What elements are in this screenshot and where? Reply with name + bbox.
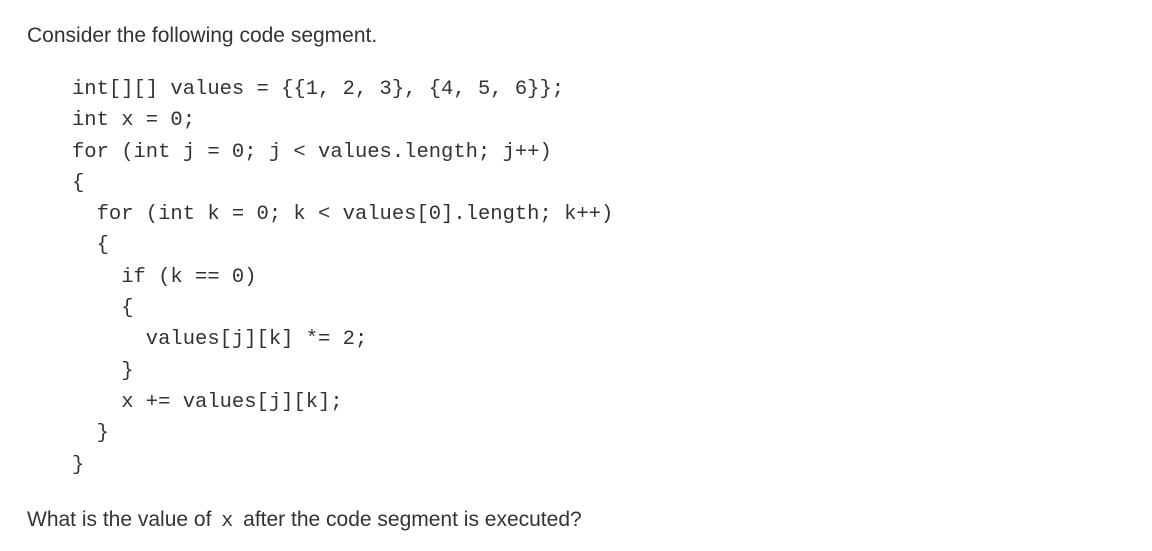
question-text: What is the value of x after the code se… <box>27 506 582 536</box>
code-line: values[j][k] *= 2; <box>72 328 368 352</box>
code-line: } <box>72 422 109 446</box>
question-before: What is the value of <box>27 508 212 531</box>
code-line: for (int k = 0; k < values[0].length; k+… <box>72 203 614 227</box>
question-after: after the code segment is executed? <box>243 508 582 531</box>
intro-text: Consider the following code segment. <box>27 24 378 47</box>
code-line: if (k == 0) <box>72 265 257 289</box>
code-line: for (int j = 0; j < values.length; j++) <box>72 140 552 164</box>
code-line: { <box>72 297 134 321</box>
question-inline-code: x <box>221 510 234 533</box>
code-line: int[][] values = {{1, 2, 3}, {4, 5, 6}}; <box>72 78 565 101</box>
code-line: } <box>72 453 85 477</box>
code-line: { <box>72 234 109 258</box>
code-block: int[][] values = {{1, 2, 3}, {4, 5, 6}};… <box>72 74 613 481</box>
code-line: x += values[j][k]; <box>72 390 343 414</box>
code-line: { <box>72 171 85 195</box>
code-line: int x = 0; <box>72 109 196 133</box>
code-line: } <box>72 359 134 383</box>
